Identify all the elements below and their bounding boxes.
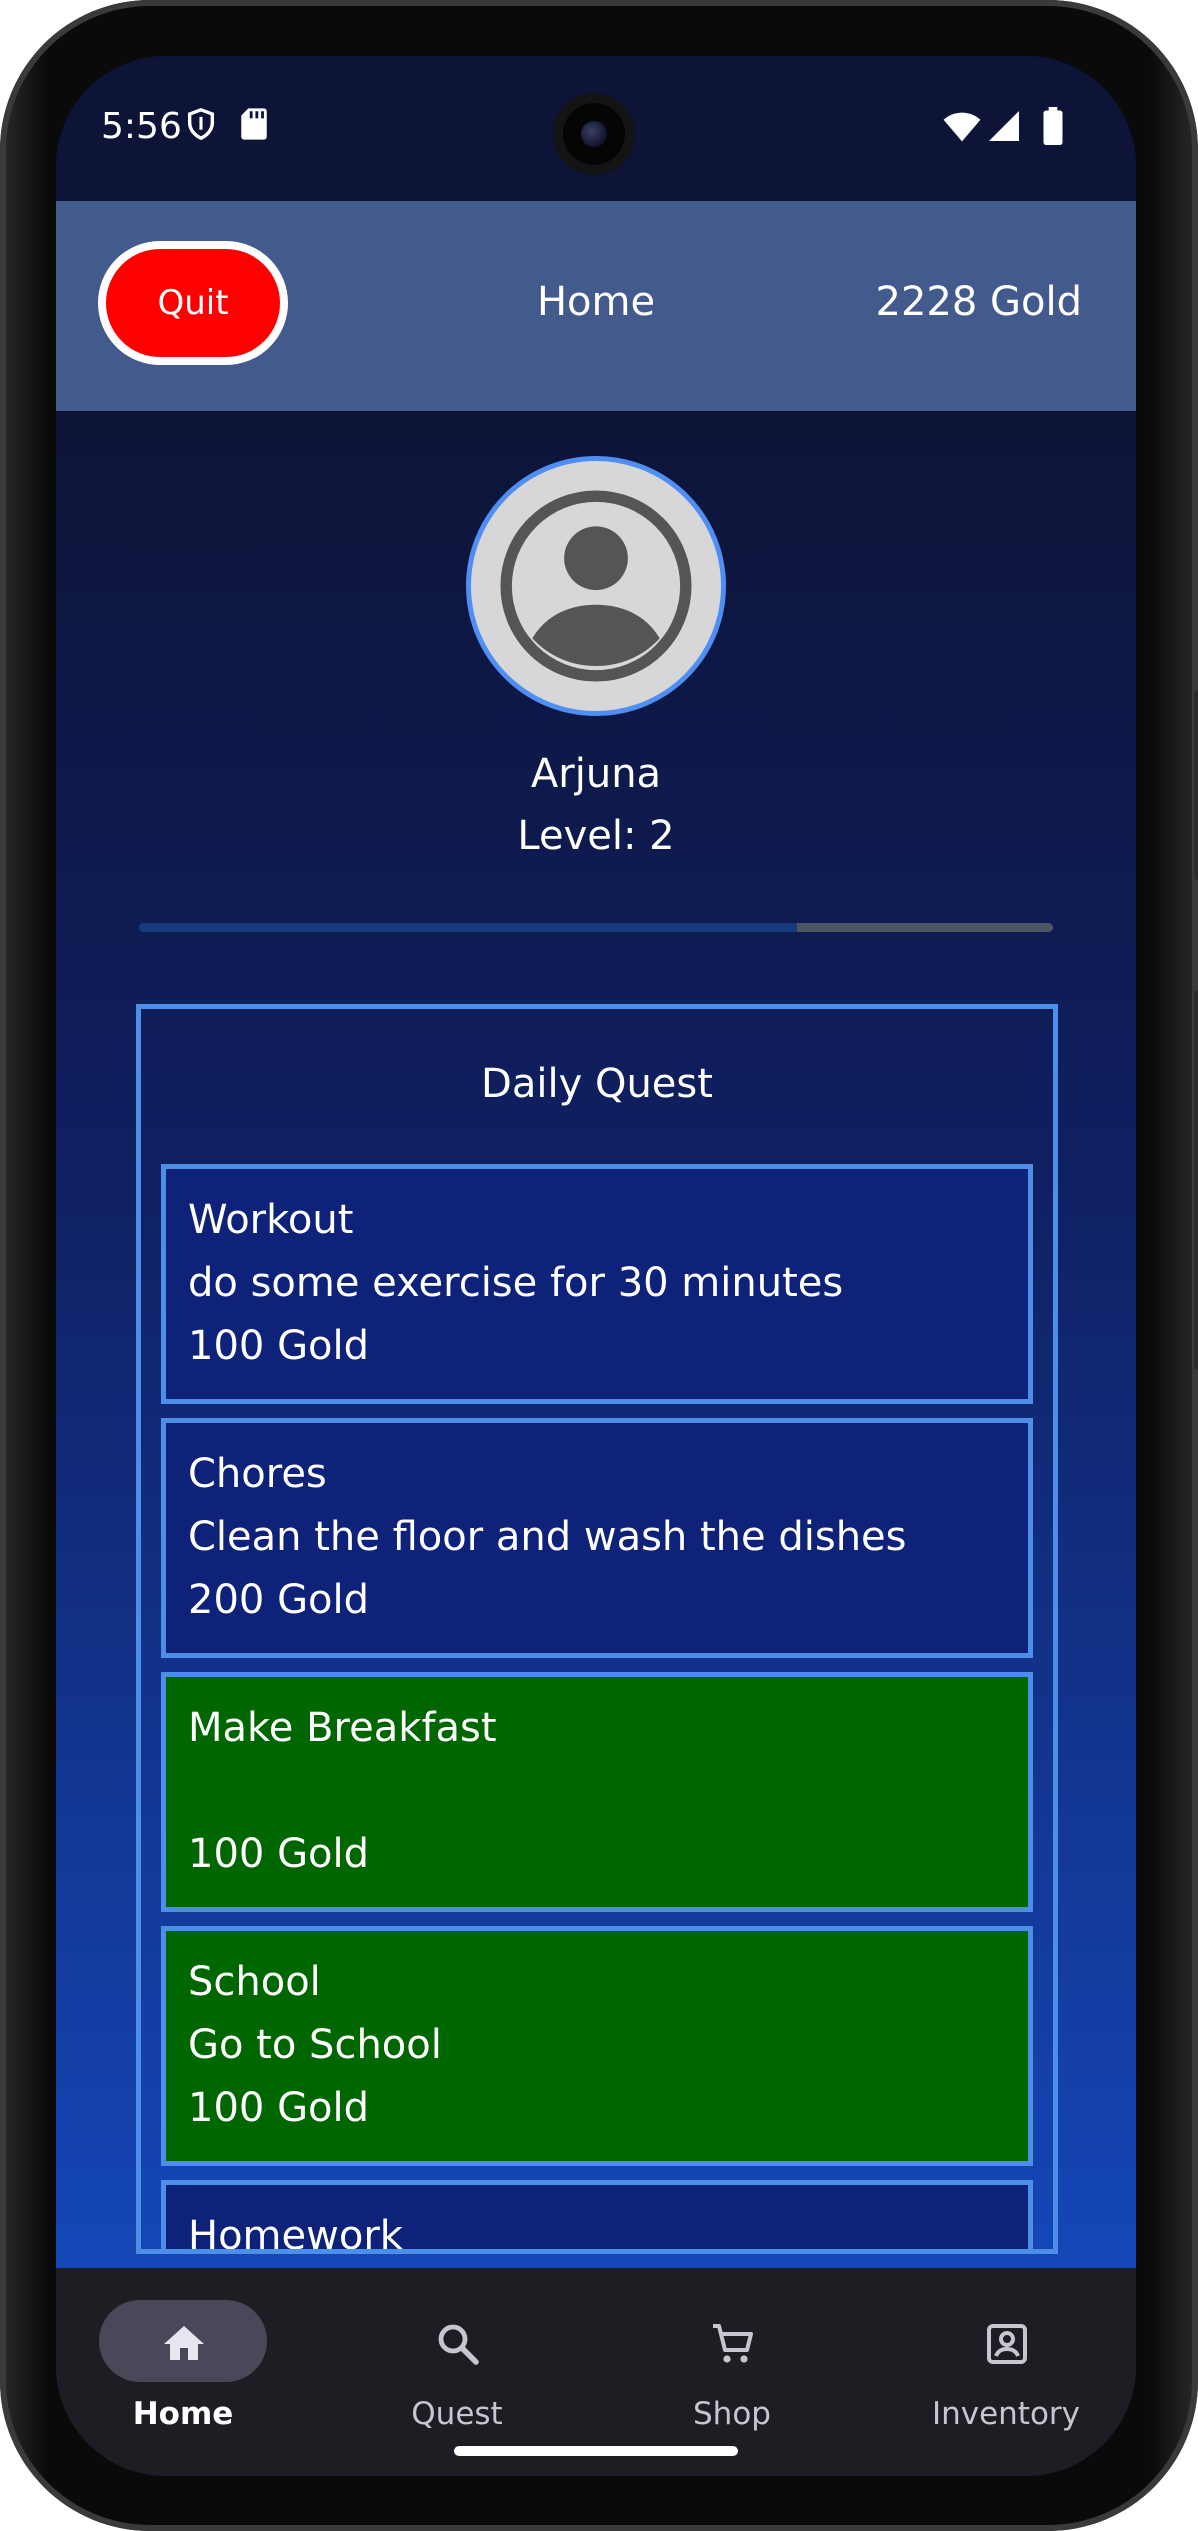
volume-button <box>1194 990 1198 1370</box>
quit-button[interactable]: Quit <box>98 241 288 365</box>
nav-label: Shop <box>693 2396 771 2432</box>
quest-title: Chores <box>188 1451 327 1497</box>
account-circle-icon <box>500 490 692 682</box>
app-header: Quit Home 2228 Gold <box>56 201 1136 411</box>
nav-home[interactable]: Home <box>56 2268 326 2476</box>
quest-reward: 100 Gold <box>188 1831 370 1877</box>
status-bar: 5:56 <box>56 56 1136 201</box>
bottom-navigation: Home Quest Shop Inventory <box>56 2268 1136 2476</box>
nav-label: Home <box>132 2396 234 2432</box>
xp-progress-fill <box>139 923 798 932</box>
quest-card-workout[interactable]: Workout do some exercise for 30 minutes … <box>161 1164 1033 1404</box>
quest-card-homework[interactable]: Homework <box>161 2180 1033 2254</box>
quest-description: Go to School <box>188 2022 442 2068</box>
quest-reward: 100 Gold <box>188 2085 370 2131</box>
battery-icon <box>1042 107 1064 149</box>
daily-quest-heading: Daily Quest <box>481 1061 713 1107</box>
page-title: Home <box>536 279 656 325</box>
quest-reward: 200 Gold <box>188 1577 370 1623</box>
nav-quest[interactable]: Quest <box>330 2268 600 2476</box>
avatar[interactable] <box>466 456 726 716</box>
xp-progress-bar <box>139 923 1053 932</box>
sd-card-icon <box>239 107 269 145</box>
nav-inventory[interactable]: Inventory <box>879 2268 1136 2476</box>
quest-description: Clean the floor and wash the dishes <box>188 1514 907 1560</box>
quest-card-make-breakfast[interactable]: Make Breakfast 100 Gold <box>161 1672 1033 1912</box>
power-button <box>1194 690 1198 880</box>
nav-label: Inventory <box>931 2396 1081 2432</box>
account-box-icon <box>987 2324 1027 2364</box>
wifi-icon <box>942 111 982 147</box>
screen: 5:56 Quit Home 2228 Gold Arjuna Level: 2… <box>56 56 1136 2476</box>
nav-label: Quest <box>411 2396 503 2432</box>
quest-card-chores[interactable]: Chores Clean the floor and wash the dish… <box>161 1418 1033 1658</box>
quest-title: School <box>188 1959 321 2005</box>
quest-card-school[interactable]: School Go to School 100 Gold <box>161 1926 1033 2166</box>
quest-description: do some exercise for 30 minutes <box>188 1260 844 1306</box>
cart-icon <box>713 2324 753 2363</box>
gold-balance: 2228 Gold <box>875 279 1082 325</box>
signal-icon <box>986 108 1022 148</box>
daily-quest-panel: Daily Quest Workout do some exercise for… <box>136 1004 1058 2254</box>
front-camera <box>553 93 635 175</box>
home-indicator[interactable] <box>454 2446 738 2456</box>
quest-title: Homework <box>188 2213 403 2254</box>
player-name: Arjuna <box>530 751 662 797</box>
phone-frame: 5:56 Quit Home 2228 Gold Arjuna Level: 2… <box>0 0 1198 2531</box>
home-icon <box>164 2326 204 2360</box>
quest-reward: 100 Gold <box>188 1323 370 1369</box>
shield-icon <box>184 106 218 146</box>
status-time: 5:56 <box>101 106 182 147</box>
player-level: Level: 2 <box>517 813 675 859</box>
search-icon <box>438 2324 479 2365</box>
home-content: Arjuna Level: 2 Daily Quest Workout do s… <box>56 411 1136 2268</box>
quest-title: Make Breakfast <box>188 1705 497 1751</box>
nav-shop[interactable]: Shop <box>605 2268 875 2476</box>
quest-list: Workout do some exercise for 30 minutes … <box>161 1164 1033 2254</box>
quest-title: Workout <box>188 1197 354 1243</box>
